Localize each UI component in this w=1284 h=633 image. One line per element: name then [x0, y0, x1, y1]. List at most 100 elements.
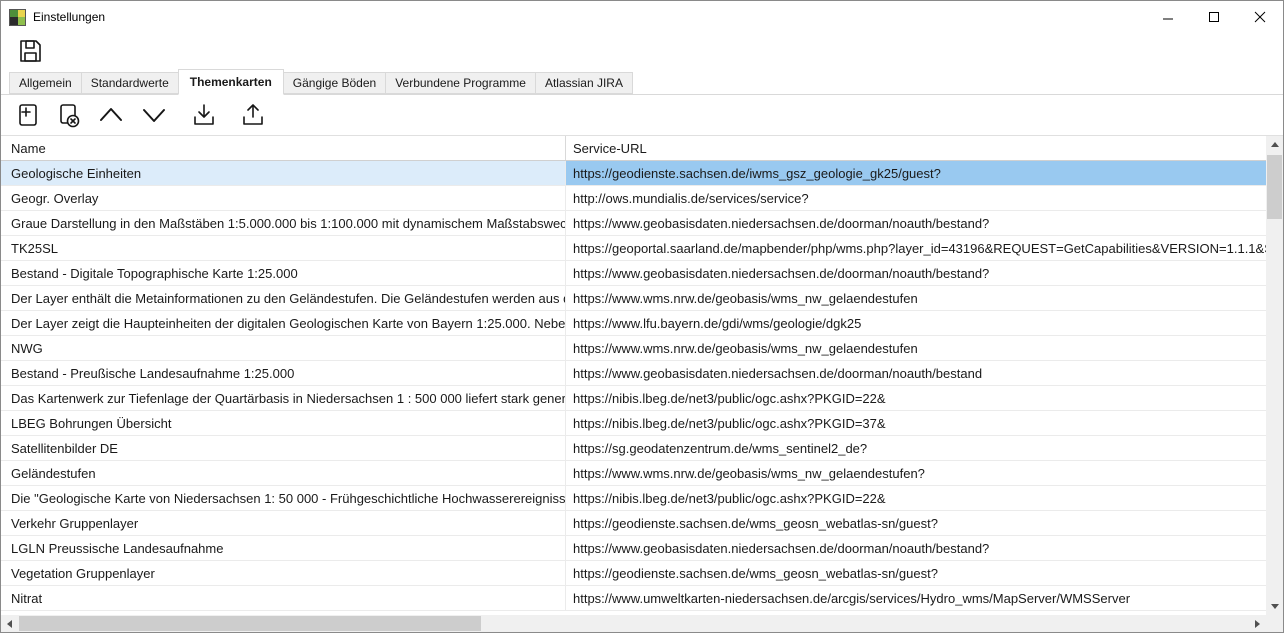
row-service-url-cell[interactable]: https://www.geobasisdaten.niedersachsen.… [566, 261, 1266, 286]
row-service-url-cell[interactable]: https://geodienste.sachsen.de/wms_geosn_… [566, 561, 1266, 586]
table-row[interactable]: LGLN Preussische Landesaufnahme https://… [1, 536, 1266, 561]
table-row[interactable]: Geogr. Overlay http://ows.mundialis.de/s… [1, 186, 1266, 211]
tab-gaengige-boeden[interactable]: Gängige Böden [283, 72, 386, 94]
save-button[interactable] [14, 35, 46, 67]
horizontal-scrollbar-thumb[interactable] [19, 616, 481, 631]
save-toolbar [1, 33, 1283, 69]
row-service-url-cell[interactable]: https://www.wms.nrw.de/geobasis/wms_nw_g… [566, 461, 1266, 486]
table-row[interactable]: Der Layer enthält die Metainformationen … [1, 286, 1266, 311]
remove-entry-icon [55, 101, 83, 129]
row-name-cell[interactable]: Der Layer enthält die Metainformationen … [1, 286, 566, 311]
table-row[interactable]: Satellitenbilder DE https://sg.geodatenz… [1, 436, 1266, 461]
app-icon [9, 9, 26, 26]
table-row[interactable]: Geländestufen https://www.wms.nrw.de/geo… [1, 461, 1266, 486]
save-floppy-icon [16, 37, 44, 65]
row-service-url-cell[interactable]: https://nibis.lbeg.de/net3/public/ogc.as… [566, 386, 1266, 411]
tab-verbundene-programme[interactable]: Verbundene Programme [385, 72, 536, 94]
row-name-cell[interactable]: LBEG Bohrungen Übersicht [1, 411, 566, 436]
horizontal-scrollbar[interactable] [1, 615, 1266, 632]
row-service-url-cell[interactable]: https://sg.geodatenzentrum.de/wms_sentin… [566, 436, 1266, 461]
row-service-url-cell[interactable]: https://www.umweltkarten-niedersachsen.d… [566, 586, 1266, 611]
minimize-button[interactable] [1145, 1, 1191, 32]
row-name-cell[interactable]: Vegetation Gruppenlayer [1, 561, 566, 586]
scroll-right-button[interactable] [1249, 615, 1266, 632]
row-service-url-cell[interactable]: https://nibis.lbeg.de/net3/public/ogc.as… [566, 486, 1266, 511]
scroll-down-button[interactable] [1266, 598, 1283, 615]
tab-allgemein[interactable]: Allgemein [9, 72, 82, 94]
row-service-url-cell[interactable]: https://geoportal.saarland.de/mapbender/… [566, 236, 1266, 261]
table-row[interactable]: Graue Darstellung in den Maßstäben 1:5.0… [1, 211, 1266, 236]
row-service-url-cell[interactable]: http://ows.mundialis.de/services/service… [566, 186, 1266, 211]
column-header-name[interactable]: Name [1, 136, 566, 160]
table-body: Geologische Einheiten https://geodienste… [1, 161, 1266, 615]
row-name-cell[interactable]: Geogr. Overlay [1, 186, 566, 211]
row-name-cell[interactable]: Das Kartenwerk zur Tiefenlage der Quartä… [1, 386, 566, 411]
scroll-right-icon [1255, 620, 1260, 628]
row-name-cell[interactable]: Satellitenbilder DE [1, 436, 566, 461]
row-service-url-cell[interactable]: https://www.geobasisdaten.niedersachsen.… [566, 361, 1266, 386]
table-row[interactable]: LBEG Bohrungen Übersicht https://nibis.l… [1, 411, 1266, 436]
row-name-cell[interactable]: LGLN Preussische Landesaufnahme [1, 536, 566, 561]
row-service-url-cell[interactable]: https://www.wms.nrw.de/geobasis/wms_nw_g… [566, 336, 1266, 361]
move-down-button[interactable] [137, 99, 171, 131]
row-service-url-cell[interactable]: https://www.wms.nrw.de/geobasis/wms_nw_g… [566, 286, 1266, 311]
row-name-cell[interactable]: Die "Geologische Karte von Niedersachsen… [1, 486, 566, 511]
row-service-url-cell[interactable]: https://www.lfu.bayern.de/gdi/wms/geolog… [566, 311, 1266, 336]
table-header: Name Service-URL [1, 136, 1266, 161]
row-service-url-cell[interactable]: https://geodienste.sachsen.de/iwms_gsz_g… [566, 161, 1266, 186]
titlebar: Einstellungen [1, 1, 1283, 33]
move-up-button[interactable] [94, 99, 128, 131]
table-row[interactable]: TK25SL https://geoportal.saarland.de/map… [1, 236, 1266, 261]
table-row[interactable]: Das Kartenwerk zur Tiefenlage der Quartä… [1, 386, 1266, 411]
add-entry-icon [14, 101, 42, 129]
export-button[interactable] [237, 99, 269, 131]
row-name-cell[interactable]: Geländestufen [1, 461, 566, 486]
row-service-url-cell[interactable]: https://geodienste.sachsen.de/wms_geosn_… [566, 511, 1266, 536]
row-name-cell[interactable]: Bestand - Preußische Landesaufnahme 1:25… [1, 361, 566, 386]
tab-bar: Allgemein Standardwerte Themenkarten Gän… [1, 69, 1283, 95]
close-icon [1254, 11, 1266, 23]
table-row[interactable]: NWG https://www.wms.nrw.de/geobasis/wms_… [1, 336, 1266, 361]
row-name-cell[interactable]: Geologische Einheiten [1, 161, 566, 186]
table-row[interactable]: Verkehr Gruppenlayer https://geodienste.… [1, 511, 1266, 536]
column-header-service-url[interactable]: Service-URL [566, 136, 1266, 160]
add-entry-button[interactable] [12, 99, 44, 131]
tab-atlassian-jira[interactable]: Atlassian JIRA [535, 72, 633, 94]
row-name-cell[interactable]: NWG [1, 336, 566, 361]
table-row[interactable]: Vegetation Gruppenlayer https://geodiens… [1, 561, 1266, 586]
row-name-cell[interactable]: TK25SL [1, 236, 566, 261]
row-service-url-cell[interactable]: https://nibis.lbeg.de/net3/public/ogc.as… [566, 411, 1266, 436]
row-name-cell[interactable]: Graue Darstellung in den Maßstäben 1:5.0… [1, 211, 566, 236]
scroll-up-button[interactable] [1266, 136, 1283, 153]
row-name-cell[interactable]: Nitrat [1, 586, 566, 611]
export-icon [239, 101, 267, 129]
minimize-icon [1162, 11, 1174, 23]
table-row[interactable]: Geologische Einheiten https://geodienste… [1, 161, 1266, 186]
scroll-left-icon [7, 620, 12, 628]
table-row[interactable]: Bestand - Preußische Landesaufnahme 1:25… [1, 361, 1266, 386]
scroll-left-button[interactable] [1, 615, 18, 632]
table-row[interactable]: Nitrat https://www.umweltkarten-niedersa… [1, 586, 1266, 611]
maximize-button[interactable] [1191, 1, 1237, 32]
scroll-up-icon [1271, 142, 1279, 147]
import-button[interactable] [188, 99, 220, 131]
table-row[interactable]: Der Layer zeigt die Haupteinheiten der d… [1, 311, 1266, 336]
tab-standardwerte[interactable]: Standardwerte [81, 72, 179, 94]
import-icon [190, 101, 218, 129]
row-name-cell[interactable]: Bestand - Digitale Topographische Karte … [1, 261, 566, 286]
vertical-scrollbar[interactable] [1266, 136, 1283, 615]
row-service-url-cell[interactable]: https://www.geobasisdaten.niedersachsen.… [566, 211, 1266, 236]
window-controls [1145, 1, 1283, 33]
table-row[interactable]: Bestand - Digitale Topographische Karte … [1, 261, 1266, 286]
vertical-scrollbar-thumb[interactable] [1267, 155, 1282, 219]
tab-themenkarten[interactable]: Themenkarten [178, 69, 284, 95]
scrollbar-corner [1266, 615, 1283, 632]
move-up-icon [96, 101, 126, 129]
row-name-cell[interactable]: Der Layer zeigt die Haupteinheiten der d… [1, 311, 566, 336]
maximize-icon [1208, 11, 1220, 23]
remove-entry-button[interactable] [53, 99, 85, 131]
table-row[interactable]: Die "Geologische Karte von Niedersachsen… [1, 486, 1266, 511]
close-button[interactable] [1237, 1, 1283, 32]
row-service-url-cell[interactable]: https://www.geobasisdaten.niedersachsen.… [566, 536, 1266, 561]
row-name-cell[interactable]: Verkehr Gruppenlayer [1, 511, 566, 536]
